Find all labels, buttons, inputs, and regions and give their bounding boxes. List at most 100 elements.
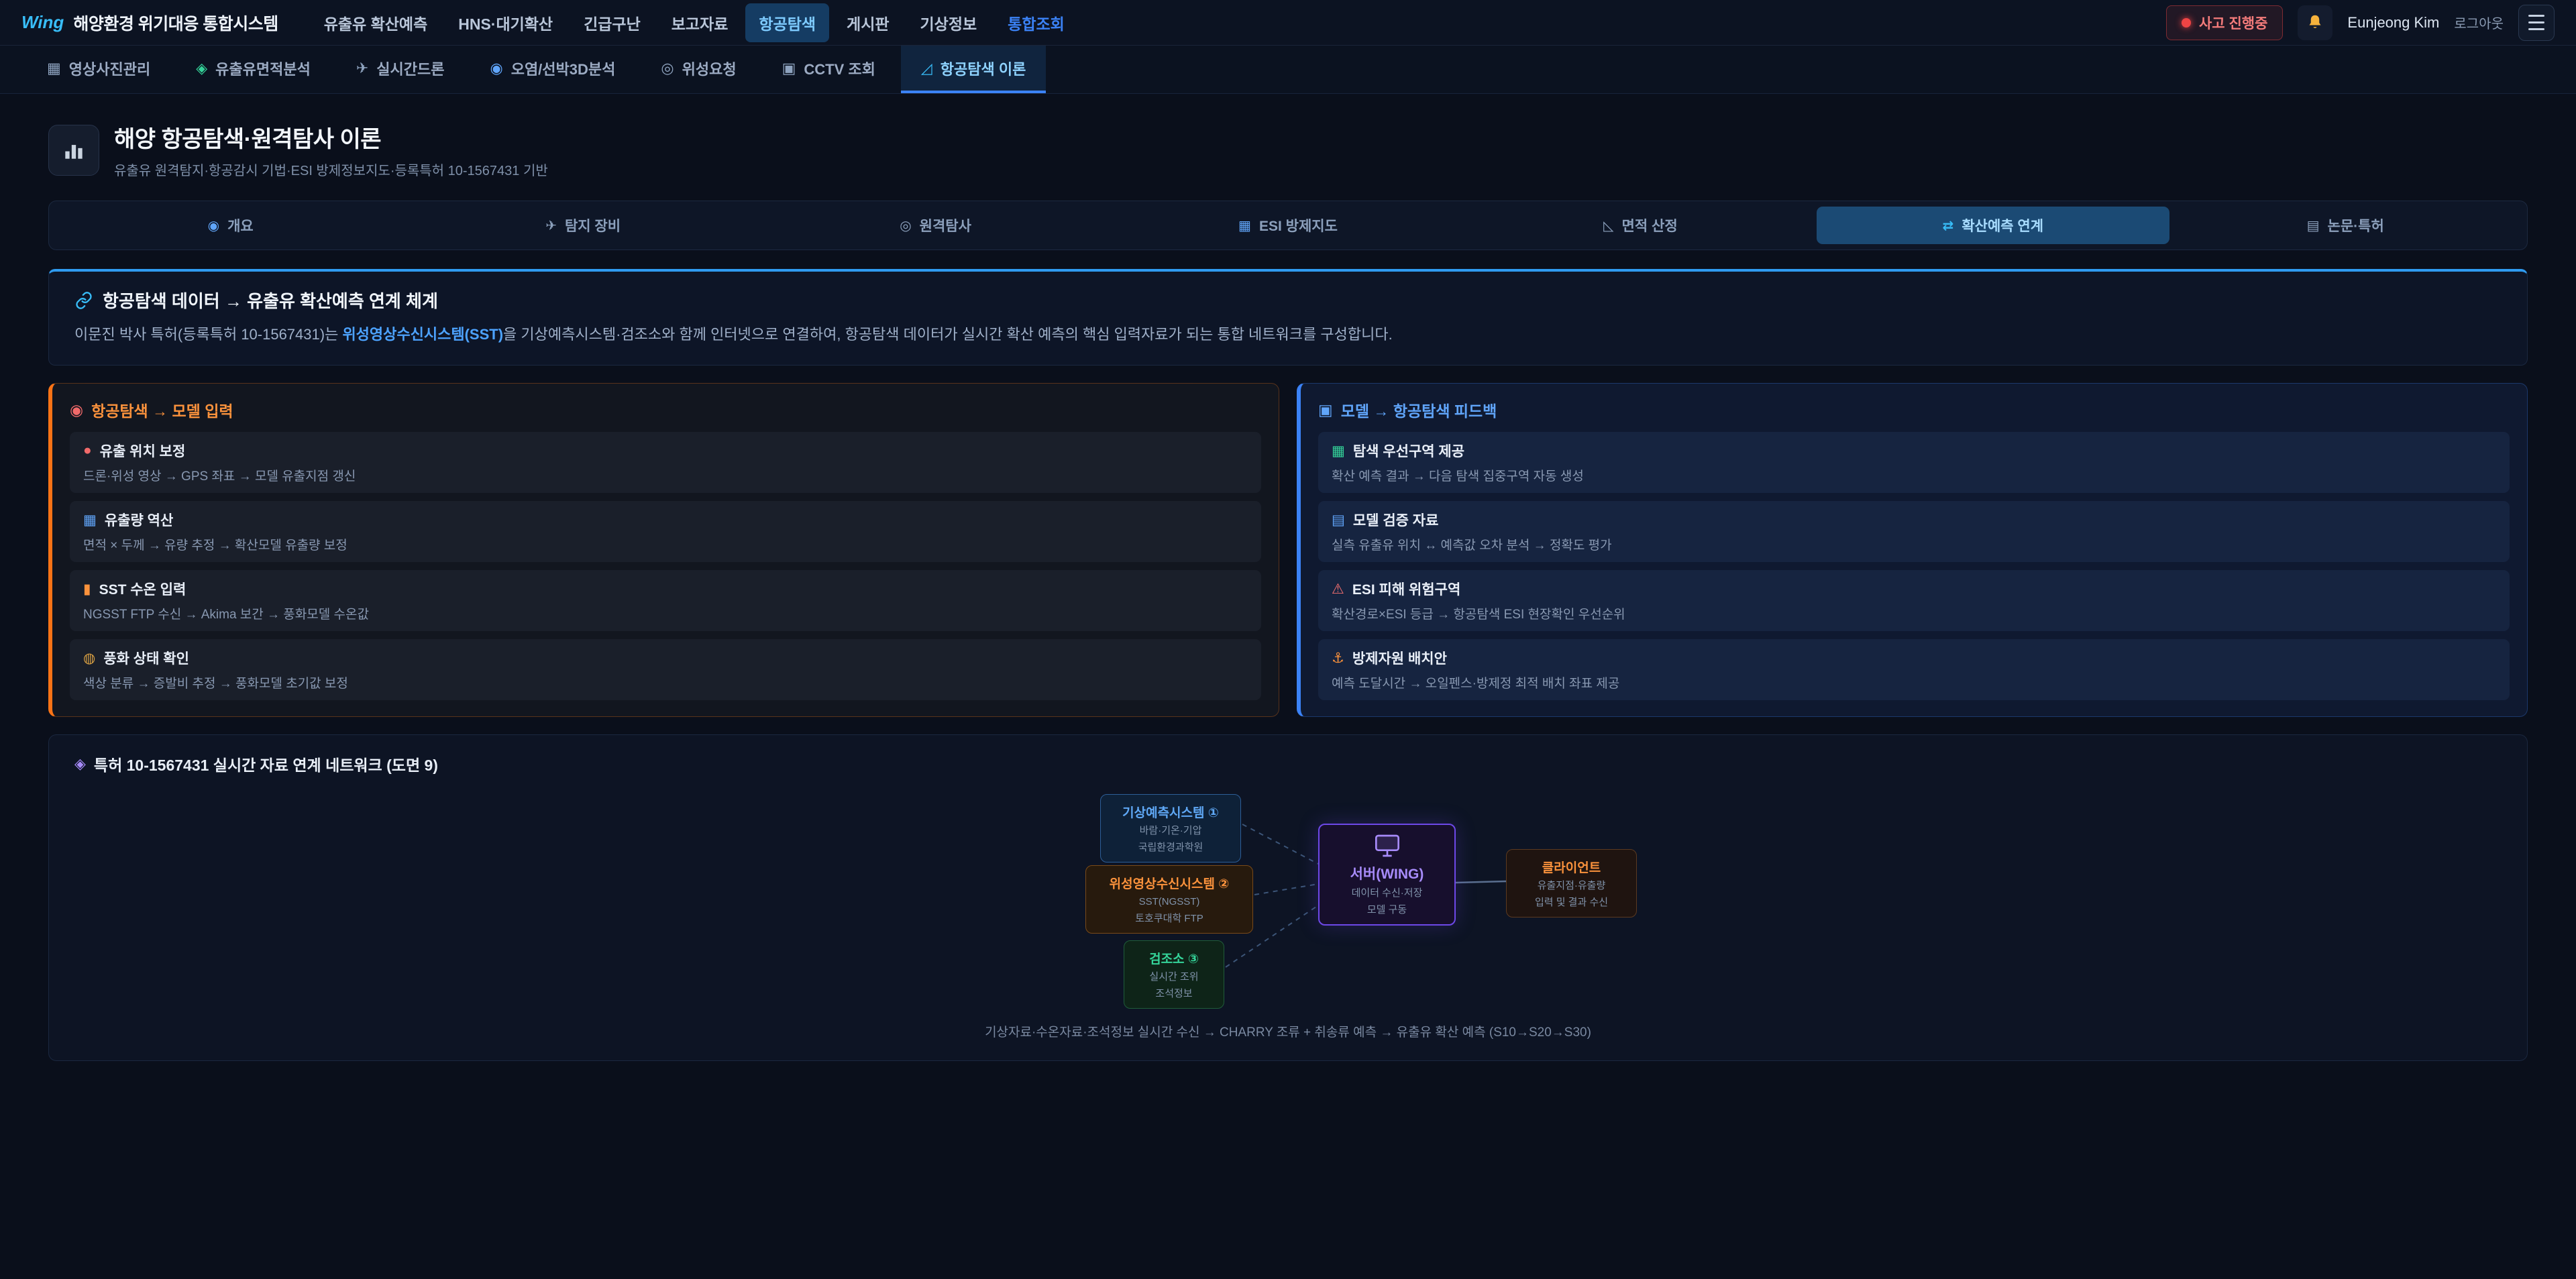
tab-label: 개요 [227, 215, 254, 235]
image-management-icon: ▦ [47, 60, 61, 77]
oil-drum-icon: ◍ [83, 650, 95, 667]
nav-item-hns-air-dispersion[interactable]: HNS·대기확산 [445, 3, 566, 42]
satellite-receiving-system-node: 위성영상수신시스템 ② SST(NGSST) 토호쿠대학 FTP [1085, 865, 1253, 934]
node-line: SST(NGSST) [1095, 895, 1243, 909]
model-feedback-rows: ▦ 탐색 우선구역 제공 확산 예측 결과 → 다음 탐색 집중구역 자동 생성… [1318, 432, 2510, 700]
network-diagram-panel: ◈ 특허 10-1567431 실시간 자료 연계 네트워크 (도면 9) 기상… [48, 734, 2528, 1061]
item-title: ▦ 유출량 역산 [83, 510, 1248, 530]
subtab-image-management[interactable]: ▦ 영상사진관리 [27, 46, 170, 93]
client-node: 클라이언트 유출지점·유출량 입력 및 결과 수신 [1506, 849, 1637, 917]
tab-label: 확산예측 연계 [1962, 215, 2043, 235]
list-item-response-deployment: ⚓ 방제자원 배치안 예측 도달시간 → 오일펜스·방제정 최적 배치 좌표 제… [1318, 639, 2510, 700]
node-line: 입력 및 결과 수신 [1516, 896, 1627, 909]
subtab-aerial-theory[interactable]: ◿ 항공탐색 이론 [901, 46, 1046, 93]
subtab-label: CCTV 조회 [804, 58, 875, 79]
user-name[interactable]: Eunjeong Kim [2347, 14, 2439, 32]
nav-item-spill-prediction[interactable]: 유출유 확산예측 [311, 3, 441, 42]
esi-map-icon: ▦ [1238, 217, 1251, 234]
server-monitor-icon [1374, 834, 1401, 857]
intro-after: 을 기상예측시스템·검조소와 함께 인터넷으로 연결하여, 항공탐색 데이터가 … [503, 326, 1393, 343]
weather-system-node: 기상예측시스템 ① 바람·기온·기압 국립환경과학원 [1100, 794, 1241, 863]
subtab-label: 영상사진관리 [69, 58, 150, 79]
nav-item-reports[interactable]: 보고자료 [658, 3, 742, 42]
incident-status-badge: 사고 진행중 [2166, 5, 2283, 40]
intro-before: 이문진 박사 특허(등록특허 10-1567431)는 [74, 326, 342, 343]
nav-item-integrated-search[interactable]: 통합조회 [994, 3, 1078, 42]
panel-title-text: 항공탐색 → 모델 입력 [91, 398, 233, 421]
node-line: 모델 구동 [1329, 903, 1445, 917]
item-desc: 확산 예측 결과 → 다음 탐색 집중구역 자동 생성 [1332, 466, 2496, 484]
tab-remote-sensing[interactable]: ◎ 원격탐사 [759, 207, 1112, 244]
subtab-satellite-request[interactable]: ◎ 위성요청 [641, 46, 756, 93]
node-line: 바람·기온·기압 [1110, 824, 1231, 838]
item-title: ▮ SST 수온 입력 [83, 579, 1248, 599]
sub-navigation: ▦ 영상사진관리 ◈ 유출유면적분석 ✈ 실시간드론 ◉ 오염/선박3D분석 ◎… [0, 46, 2576, 94]
list-item-spill-location: ● 유출 위치 보정 드론·위성 영상 → GPS 좌표 → 모델 유출지점 갱… [70, 432, 1261, 493]
model-input-panel-title: ◉ 항공탐색 → 모델 입력 [70, 398, 1261, 421]
tab-area-calculation[interactable]: ◺ 면적 산정 [1464, 207, 1817, 244]
model-input-rows: ● 유출 위치 보정 드론·위성 영상 → GPS 좌표 → 모델 유출지점 갱… [70, 432, 1261, 700]
warning-icon: ⚠ [1332, 581, 1344, 598]
nav-item-aerial-search[interactable]: 항공탐색 [745, 3, 829, 42]
node-line: 데이터 수신·저장 [1329, 887, 1445, 900]
linkage-section-title: 항공탐색 데이터 → 유출유 확산예측 연계 체계 [74, 288, 2502, 313]
notifications-button[interactable] [2298, 5, 2332, 40]
app-title: 해양환경 위기대응 통합시스템 [73, 11, 278, 35]
connector-lines [785, 794, 1791, 1003]
model-input-panel: ◉ 항공탐색 → 모델 입력 ● 유출 위치 보정 드론·위성 영상 → GPS… [48, 383, 1279, 717]
ship-icon: ⚓ [1332, 650, 1344, 667]
node-line: 조석정보 [1134, 987, 1214, 1001]
bar-chart-icon: ▦ [83, 512, 97, 529]
subtab-pollution-ship-3d[interactable]: ◉ 오염/선박3D분석 [470, 46, 636, 93]
nav-item-board[interactable]: 게시판 [833, 3, 902, 42]
tab-prediction-linkage[interactable]: ⇄ 확산예측 연계 [1817, 207, 2169, 244]
nav-item-weather-info[interactable]: 기상정보 [907, 3, 991, 42]
list-item-sst-input: ▮ SST 수온 입력 NGSST FTP 수신 → Akima 보간 → 풍화… [70, 570, 1261, 631]
item-title: ● 유출 위치 보정 [83, 441, 1248, 461]
tab-detection-equipment[interactable]: ✈ 탐지 장비 [407, 207, 759, 244]
nav-item-emergency-rescue[interactable]: 긴급구난 [570, 3, 654, 42]
node-line: 국립환경과학원 [1110, 841, 1231, 854]
subtab-realtime-drone[interactable]: ✈ 실시간드론 [336, 46, 465, 93]
subtab-label: 항공탐색 이론 [941, 58, 1026, 79]
map-icon: ▦ [1332, 443, 1345, 459]
drone-icon: ✈ [356, 60, 368, 77]
item-desc: 확산경로×ESI 등급 → 항공탐색 ESI 현장확인 우선순위 [1332, 604, 2496, 622]
tab-esi-map[interactable]: ▦ ESI 방제지도 [1112, 207, 1464, 244]
menu-button[interactable] [2518, 5, 2555, 41]
tab-papers-patents[interactable]: ▤ 논문·특허 [2169, 207, 2522, 244]
network-icon: ◈ [74, 755, 86, 773]
subtab-cctv[interactable]: ▣ CCTV 조회 [762, 46, 896, 93]
tab-label: ESI 방제지도 [1259, 215, 1338, 235]
list-item-weathering-state: ◍ 풍화 상태 확인 색상 분류 → 증발비 추정 → 풍화모델 초기값 보정 [70, 639, 1261, 700]
logout-link[interactable]: 로그아웃 [2454, 13, 2504, 32]
tab-label: 면적 산정 [1622, 215, 1678, 235]
diagram-title-text: 특허 10-1567431 실시간 자료 연계 네트워크 (도면 9) [94, 753, 438, 775]
subtab-label: 실시간드론 [376, 58, 444, 79]
cctv-icon: ▣ [782, 60, 796, 77]
node-line: 토호쿠대학 FTP [1095, 912, 1243, 926]
sst-system-link[interactable]: 위성영상수신시스템(SST) [342, 326, 503, 343]
item-desc: 색상 분류 → 증발비 추정 → 풍화모델 초기값 보정 [83, 673, 1248, 691]
diagram-caption: 기상자료·수온자료·조석정보 실시간 수신 → CHARRY 조류 + 취송류 … [74, 1022, 2502, 1040]
page-title-block: 해양 항공탐색·원격탐사 이론 유출유 원격탐지·항공감시 기법·ESI 방제정… [114, 121, 548, 179]
item-desc: 드론·위성 영상 → GPS 좌표 → 모델 유출지점 갱신 [83, 466, 1248, 484]
bell-icon [2305, 13, 2325, 33]
oil-area-analysis-icon: ◈ [196, 60, 207, 77]
page-subtitle: 유출유 원격탐지·항공감시 기법·ESI 방제정보지도·등록특허 10-1567… [114, 160, 548, 179]
area-calculation-icon: ◺ [1603, 217, 1613, 234]
item-title: ◍ 풍화 상태 확인 [83, 648, 1248, 668]
node-label: 검조소 ③ [1134, 949, 1214, 967]
wing-server-node: 서버(WING) 데이터 수신·저장 모델 구동 [1318, 824, 1456, 926]
linkage-panels: ◉ 항공탐색 → 모델 입력 ● 유출 위치 보정 드론·위성 영상 → GPS… [48, 383, 2528, 717]
item-title: ⚠ ESI 피해 위험구역 [1332, 579, 2496, 599]
wing-logo-icon: Wing [21, 12, 64, 33]
page-title: 해양 항공탐색·원격탐사 이론 [114, 121, 548, 154]
subtab-oil-area-analysis[interactable]: ◈ 유출유면적분석 [176, 46, 331, 93]
main-nav: 유출유 확산예측 HNS·대기확산 긴급구난 보고자료 항공탐색 게시판 기상정… [311, 3, 1078, 42]
tab-label: 탐지 장비 [565, 215, 621, 235]
panel-title-text: 모델 → 항공탐색 피드백 [1341, 398, 1497, 421]
tab-overview[interactable]: ◉ 개요 [54, 207, 407, 244]
list-item-spill-volume: ▦ 유출량 역산 면적 × 두께 → 유량 추정 → 확산모델 유출량 보정 [70, 501, 1261, 562]
diagram-title: ◈ 특허 10-1567431 실시간 자료 연계 네트워크 (도면 9) [74, 753, 2502, 775]
